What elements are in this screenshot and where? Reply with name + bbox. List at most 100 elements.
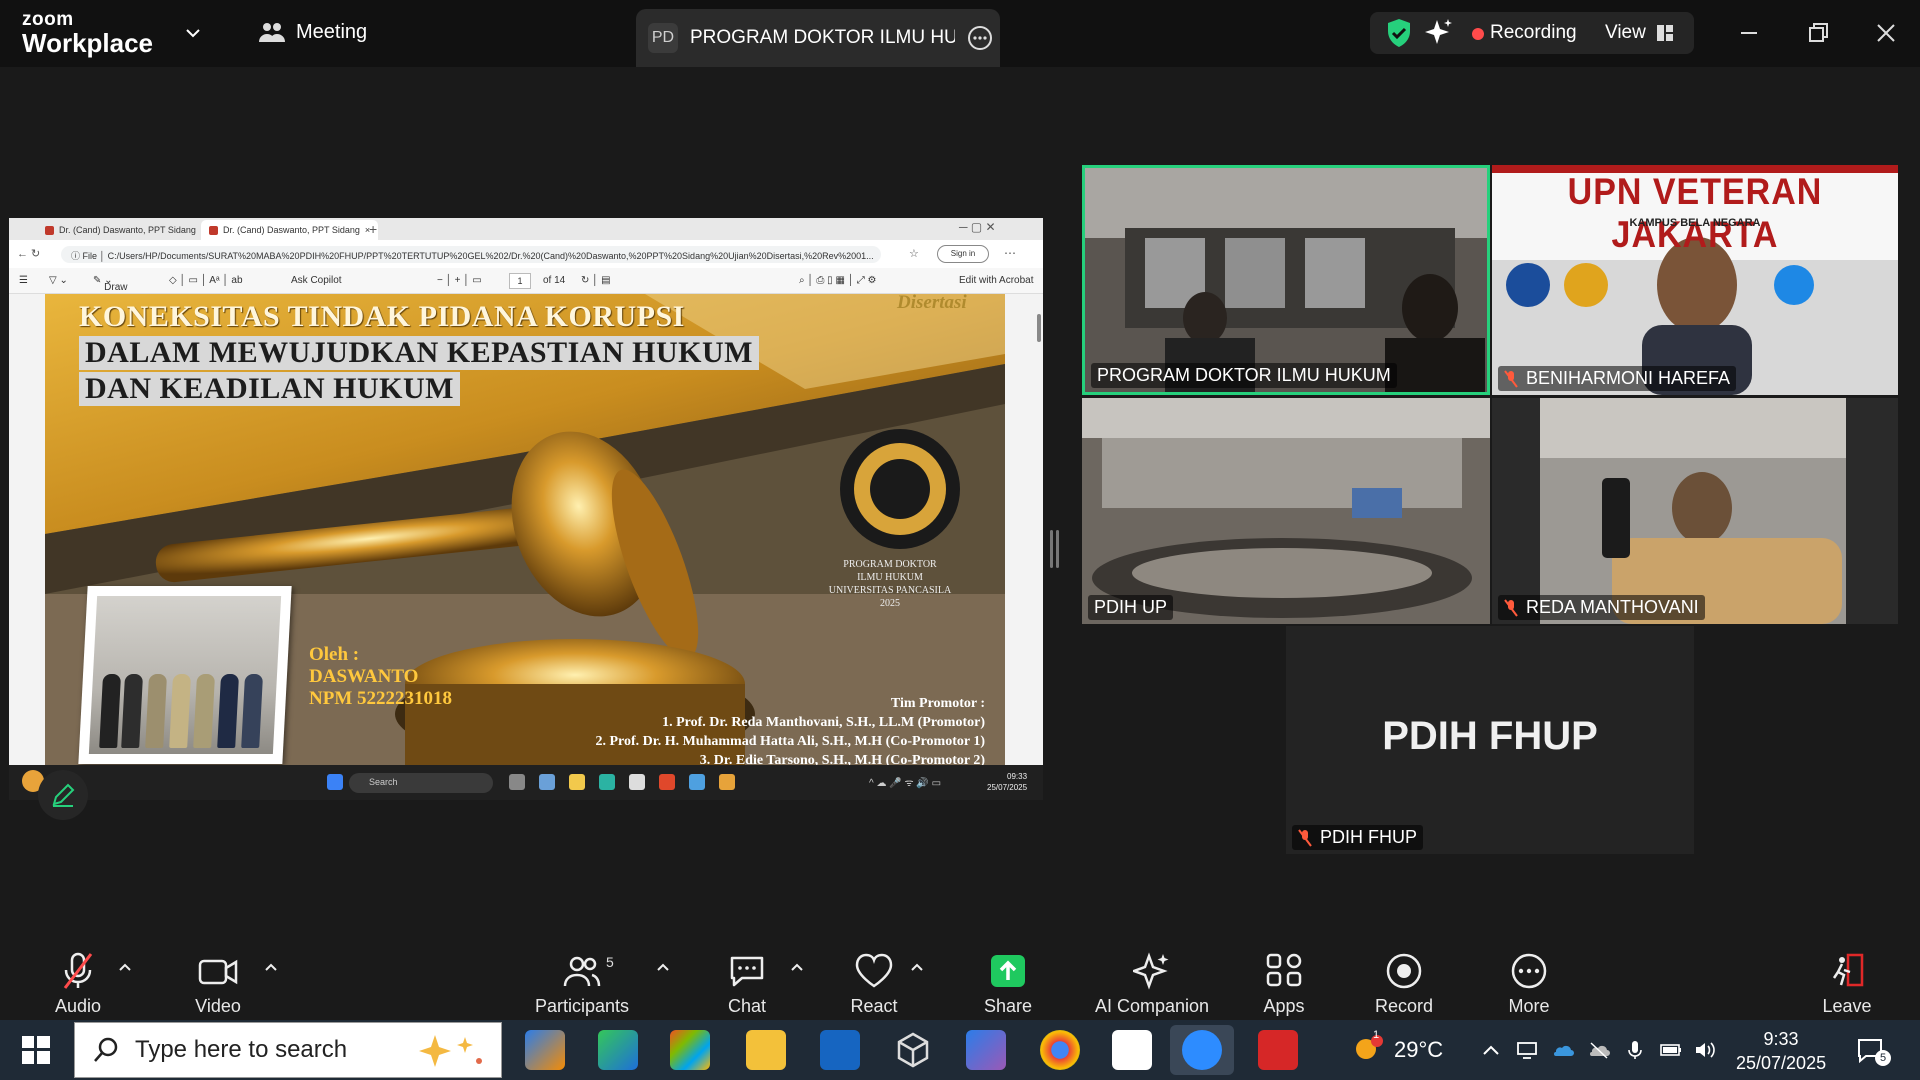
back-forward-icon[interactable]: ← ↻	[17, 247, 40, 260]
recording-label[interactable]: Recording	[1490, 22, 1577, 44]
weather-widget[interactable]: 1 29°C	[1350, 1029, 1443, 1065]
browser-tab-active[interactable]: Dr. (Cand) Daswanto, PPT Sidang ×	[201, 220, 379, 240]
chevron-up-icon[interactable]	[910, 960, 924, 974]
chevron-up-icon[interactable]	[790, 960, 804, 974]
video-tile-reda[interactable]: REDA MANTHOVANI	[1492, 398, 1898, 624]
chat-label: Chat	[727, 996, 767, 1016]
ask-copilot-button[interactable]: Ask Copilot	[291, 275, 342, 286]
volume-icon[interactable]	[1694, 1040, 1716, 1060]
chevron-up-icon[interactable]	[656, 960, 670, 974]
participant-name: PDIH FHUP	[1320, 827, 1418, 847]
display-icon[interactable]	[1516, 1040, 1538, 1060]
record-button[interactable]: Record	[1374, 952, 1434, 1017]
highlight-icon[interactable]: ▽ ⌄	[49, 275, 68, 286]
apps-button[interactable]: Apps	[1262, 952, 1306, 1017]
video-tile-pdih-up[interactable]: PDIH UP	[1082, 398, 1490, 624]
video-button[interactable]: Video	[188, 952, 248, 1017]
close-icon[interactable]	[1871, 18, 1901, 48]
browser-window-controls[interactable]: ─ ▢ ✕	[959, 220, 996, 234]
chrome-icon[interactable]	[689, 774, 705, 790]
ai-sparkle-icon[interactable]	[1424, 18, 1454, 48]
pdf-actions-icons[interactable]: ⌕ │ ⎙ ▯ ▦ │ ⤢ ⚙	[799, 275, 876, 286]
participant-name: REDA MANTHOVANI	[1526, 597, 1699, 617]
browser-menu-icon[interactable]: ⋯	[1004, 246, 1016, 260]
leave-button[interactable]: Leave	[1822, 952, 1872, 1017]
taskbar-search-box[interactable]: Type here to search	[74, 1022, 502, 1078]
chevron-down-icon[interactable]	[183, 23, 203, 43]
eraser-icon[interactable]: ◇ │ ▭ │ Aᵃ │ ab	[169, 275, 243, 286]
upn-subtitle: KAMPUS BELA NEGARA	[1629, 217, 1761, 229]
chevron-up-icon[interactable]	[1480, 1040, 1502, 1060]
onedrive-offline-icon[interactable]	[1588, 1040, 1610, 1060]
grid-view-icon[interactable]	[1656, 23, 1674, 43]
chat-button[interactable]: Chat	[722, 952, 772, 1017]
taskbar-clock[interactable]: 9:33 25/07/2025	[1736, 1027, 1826, 1075]
windows-start-icon[interactable]	[22, 1036, 50, 1064]
draw-tool[interactable]: ✎ Draw ⌄	[93, 275, 128, 293]
audio-button[interactable]: Audio	[48, 952, 108, 1017]
wps-app-icon[interactable]	[1258, 1030, 1298, 1070]
pdf-menu-icon[interactable]: ☰	[19, 275, 28, 286]
page-number-input[interactable]: 1	[509, 273, 531, 289]
shared-screen[interactable]: Dr. (Cand) Daswanto, PPT Sidang× Dr. (Ca…	[9, 218, 1043, 800]
new-tab-icon[interactable]: +	[369, 221, 377, 237]
pdf-app-icon[interactable]	[1112, 1030, 1152, 1070]
outlook-app-icon[interactable]	[820, 1030, 860, 1070]
record-icon	[1386, 953, 1422, 989]
chevron-up-icon[interactable]	[118, 960, 132, 974]
copilot-app-icon[interactable]	[525, 1030, 565, 1070]
edge-icon[interactable]	[599, 774, 615, 790]
address-input[interactable]: ⓘ File │ C:/Users/HP/Documents/SURAT%20M…	[61, 246, 881, 263]
meeting-tab[interactable]: PD PROGRAM DOKTOR ILMU HUKUM	[636, 9, 1000, 67]
onedrive-icon[interactable]	[1552, 1040, 1574, 1060]
copilot-icon[interactable]	[539, 774, 555, 790]
video-tile-program-doktor[interactable]: PROGRAM DOKTOR ILMU HUKUM	[1082, 165, 1490, 395]
participants-button[interactable]: Participants	[530, 952, 634, 1017]
split-handle[interactable]	[1050, 530, 1053, 568]
restore-icon[interactable]	[1803, 18, 1833, 48]
annotate-button[interactable]	[38, 770, 88, 820]
zoom-app-icon-active[interactable]	[1170, 1025, 1234, 1075]
weather-badge: 1	[1373, 1029, 1380, 1041]
favorite-icon[interactable]: ☆	[909, 247, 919, 260]
cube-app-icon[interactable]	[893, 1030, 933, 1070]
video-tile-beniharmoni[interactable]: UPN VETERAN JAKARTA KAMPUS BELA NEGARA B…	[1492, 165, 1898, 395]
store-app-icon[interactable]	[670, 1030, 710, 1070]
battery-icon[interactable]	[1660, 1040, 1682, 1060]
pdf-scrollbar[interactable]	[1037, 314, 1041, 342]
meeting-label: Meeting	[296, 20, 368, 43]
m365-app-icon[interactable]	[966, 1030, 1006, 1070]
edit-with-acrobat-button[interactable]: Edit with Acrobat	[959, 275, 1033, 286]
microphone-icon[interactable]	[1624, 1040, 1646, 1060]
edge-app-icon[interactable]	[598, 1030, 638, 1070]
zoom-workplace-logo[interactable]: zoom Workplace	[22, 10, 153, 56]
windows-icon[interactable]	[327, 774, 343, 790]
sign-in-button[interactable]: Sign in	[937, 245, 989, 263]
taskview-icon[interactable]	[509, 774, 525, 790]
browser-tab[interactable]: Dr. (Cand) Daswanto, PPT Sidang×	[37, 220, 214, 240]
office-icon[interactable]	[659, 774, 675, 790]
split-handle[interactable]	[1056, 530, 1059, 568]
file-explorer-icon[interactable]	[746, 1030, 786, 1070]
more-options-icon[interactable]	[967, 25, 993, 51]
video-tile-pdih-fhup[interactable]: PDIH FHUP PDIH FHUP	[1286, 626, 1694, 854]
participant-name: PDIH UP	[1094, 597, 1168, 617]
taskbar-search-placeholder: Type here to search	[135, 1036, 348, 1063]
more-button[interactable]: More	[1504, 952, 1554, 1017]
ai-companion-button[interactable]: AI Companion	[1092, 952, 1212, 1017]
app-icon[interactable]	[719, 774, 735, 790]
view-button[interactable]: View	[1605, 22, 1646, 44]
chevron-up-icon[interactable]	[264, 960, 278, 974]
react-button[interactable]: React	[846, 952, 902, 1017]
meeting-avatar: PD	[648, 23, 678, 53]
folder-icon[interactable]	[569, 774, 585, 790]
meeting-menu-button[interactable]: Meeting	[258, 20, 367, 44]
rotate-icon[interactable]: ↻ │ ▤	[581, 275, 611, 286]
chrome-app-icon[interactable]	[1040, 1030, 1080, 1070]
store-icon[interactable]	[629, 774, 645, 790]
minimize-icon[interactable]	[1734, 18, 1764, 48]
zoom-controls[interactable]: − │ + │ ▭	[437, 275, 482, 286]
share-button[interactable]: Share	[980, 952, 1036, 1017]
security-shield-icon[interactable]	[1386, 18, 1412, 48]
remote-search[interactable]: Search	[349, 773, 493, 793]
